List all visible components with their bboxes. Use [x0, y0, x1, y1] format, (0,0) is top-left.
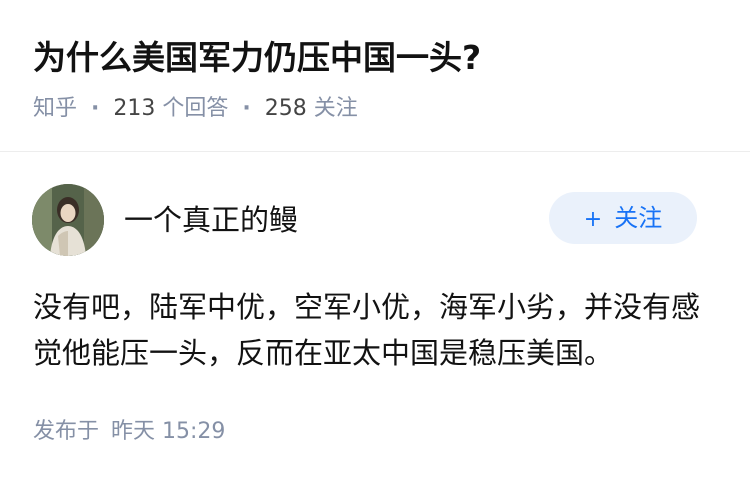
avatar-image-icon [32, 184, 104, 256]
follow-count: 258 [264, 96, 307, 121]
author-row: 一个真正的鳗 + 关注 [0, 178, 750, 260]
follow-button[interactable]: + 关注 [549, 192, 697, 244]
answer-count-label: 个回答 [162, 96, 229, 121]
author-name[interactable]: 一个真正的鳗 [124, 200, 298, 240]
answer-content: 没有吧，陆军中优，空军小优，海军小劣，并没有感觉他能压一头，反而在亚太中国是稳压… [33, 290, 701, 370]
follow-count-label: 关注 [313, 96, 358, 121]
answer-count: 213 [113, 96, 156, 121]
meta-separator: · [242, 96, 251, 121]
user-avatar[interactable] [32, 184, 104, 256]
question-header: 为什么美国军力仍压中国一头? 知乎 · 213 个回答 · 258 关注 [0, 0, 750, 152]
meta-separator: · [91, 96, 100, 121]
publish-time: 昨天 15:29 [111, 419, 226, 444]
publish-info: 发布于 昨天 15:29 [33, 416, 225, 448]
source-label[interactable]: 知乎 [33, 96, 77, 121]
question-meta: 知乎 · 213 个回答 · 258 关注 [33, 93, 358, 125]
follow-button-label: 关注 [614, 204, 663, 232]
publish-label: 发布于 [33, 419, 100, 444]
question-title[interactable]: 为什么美国军力仍压中国一头? [33, 36, 481, 80]
plus-icon: + [583, 207, 603, 232]
